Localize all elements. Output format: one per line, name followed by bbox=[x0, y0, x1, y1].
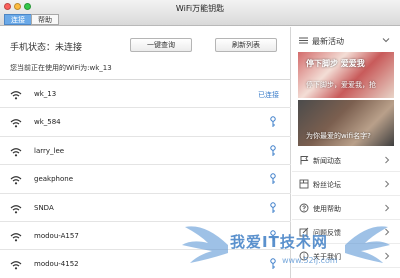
wifi-name: larry_lee bbox=[34, 146, 65, 155]
one-click-check-button[interactable]: 一键查询 bbox=[130, 38, 192, 52]
refresh-list-button[interactable]: 刷新列表 bbox=[215, 38, 277, 52]
key-icon[interactable] bbox=[269, 116, 277, 128]
window-title: WiFi万能钥匙 bbox=[175, 4, 225, 13]
key-icon[interactable] bbox=[269, 201, 277, 214]
wifi-row[interactable]: geakphone bbox=[0, 165, 291, 194]
chevron-right-icon bbox=[385, 180, 390, 188]
sidebar-item-forum[interactable]: 粉丝论坛 bbox=[292, 172, 400, 196]
promo-banner[interactable]: 停下脚步 爱爱我 停下脚步，爱爱我，抢 bbox=[298, 52, 394, 98]
connected-status: 已连接 bbox=[258, 91, 279, 99]
promo-subtitle: 停下脚步，爱爱我，抢 bbox=[306, 81, 376, 89]
wifi-icon bbox=[10, 147, 22, 157]
watermark-url: www.52ij.com bbox=[282, 256, 338, 265]
wifi-name: SNDA bbox=[34, 203, 54, 212]
wifi-row[interactable]: larry_lee bbox=[0, 137, 291, 166]
wifi-icon bbox=[10, 176, 22, 185]
sidebar-item-label: 粉丝论坛 bbox=[313, 181, 341, 189]
chevron-right-icon bbox=[385, 204, 390, 212]
key-icon[interactable] bbox=[269, 145, 277, 157]
wifi-icon bbox=[10, 204, 22, 213]
chevron-right-icon bbox=[385, 156, 390, 164]
promo-title: 停下脚步 爱爱我 bbox=[306, 59, 365, 68]
sidebar-item-news[interactable]: 新闻动态 bbox=[292, 148, 400, 172]
current-wifi-text: 您当前正在使用的WiFi为:wk_13 bbox=[10, 64, 112, 72]
wifi-name: wk_13 bbox=[34, 90, 57, 98]
title-bar: WiFi万能钥匙 连接 帮助 bbox=[0, 0, 400, 26]
latest-activities-header[interactable]: 最新活动 bbox=[292, 27, 400, 53]
sidebar-item-label: 新闻动态 bbox=[313, 157, 341, 165]
promo-title: 为你最爱的wifi名字? bbox=[306, 132, 371, 140]
forum-icon bbox=[299, 179, 309, 189]
wifi-row[interactable]: wk_584 bbox=[0, 108, 291, 137]
chevron-down-icon bbox=[382, 38, 390, 43]
flag-icon bbox=[300, 156, 309, 165]
app-window: WiFi万能钥匙 连接 帮助 手机状态：未连接 一键查询 刷新列表 您当前正在使… bbox=[0, 0, 400, 278]
phone-status-label: 手机状态：未连接 bbox=[10, 43, 83, 53]
list-icon bbox=[299, 37, 308, 44]
key-icon[interactable] bbox=[269, 173, 277, 185]
watermark-text: 我爱IT技术网 bbox=[230, 233, 328, 251]
help-icon bbox=[299, 203, 309, 213]
wifi-icon bbox=[10, 233, 22, 242]
wifi-icon bbox=[10, 261, 22, 270]
promo-banner[interactable]: 为你最爱的wifi名字? bbox=[298, 100, 394, 146]
menu-tabs: 连接 帮助 bbox=[4, 14, 59, 25]
wifi-icon bbox=[10, 91, 22, 100]
wifi-row[interactable]: wk_13 已连接 bbox=[0, 80, 291, 109]
tab-connect[interactable]: 连接 bbox=[4, 14, 32, 25]
wifi-name: modou-A157 bbox=[34, 231, 79, 240]
wifi-name: geakphone bbox=[34, 175, 73, 184]
watermark: 我爱IT技术网 www.52ij.com bbox=[180, 215, 390, 275]
sidebar-item-label: 使用帮助 bbox=[313, 205, 341, 213]
wifi-name: modou-4152 bbox=[34, 260, 79, 269]
tab-help[interactable]: 帮助 bbox=[31, 14, 59, 25]
wifi-name: wk_584 bbox=[34, 118, 61, 127]
latest-activities-label: 最新活动 bbox=[312, 37, 344, 46]
wifi-icon bbox=[10, 119, 22, 128]
